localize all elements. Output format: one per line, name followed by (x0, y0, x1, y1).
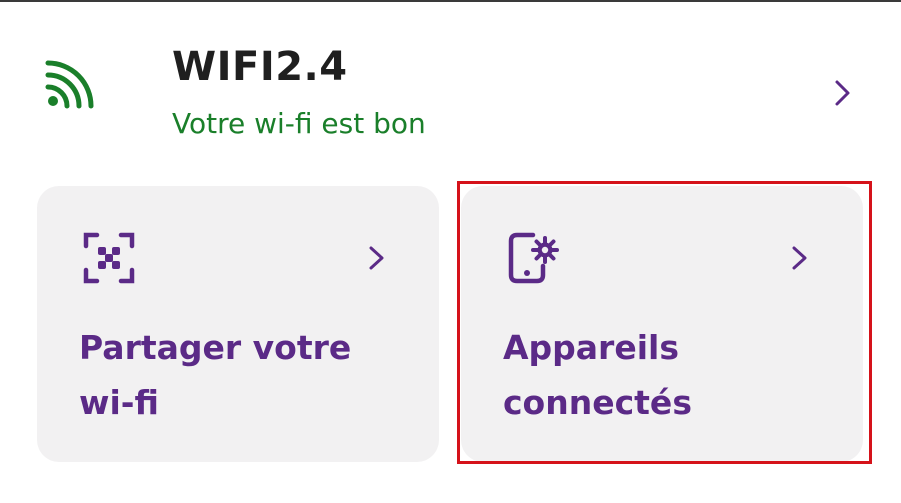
connected-devices-label-line1: Appareils (503, 328, 679, 367)
device-settings-icon (508, 232, 559, 284)
chevron-right-icon (792, 246, 807, 270)
connected-devices-card[interactable]: Appareils connectés (461, 186, 863, 462)
wifi-network-name: WIFI2.4 (172, 44, 348, 90)
qr-scan-icon (83, 232, 135, 284)
share-wifi-label: Partager votre wi-fi (79, 320, 419, 430)
connected-devices-label: Appareils connectés (503, 320, 843, 430)
share-wifi-label-line2: wi-fi (79, 383, 159, 422)
wifi-network-row[interactable]: WIFI2.4 Votre wi-fi est bon (0, 2, 901, 172)
chevron-right-icon (835, 80, 850, 106)
share-wifi-label-line1: Partager votre (79, 328, 352, 367)
wifi-status-text: Votre wi-fi est bon (172, 107, 426, 140)
chevron-right-icon (369, 246, 384, 270)
connected-devices-label-line2: connectés (503, 383, 692, 422)
wifi-signal-icon (45, 60, 94, 109)
share-wifi-card[interactable]: Partager votre wi-fi (37, 186, 439, 462)
